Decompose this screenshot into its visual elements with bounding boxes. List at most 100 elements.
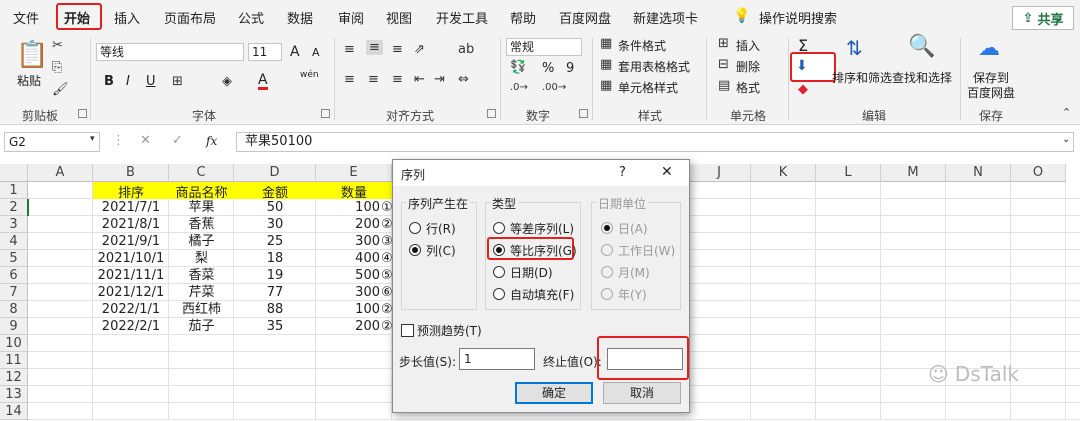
table-cell[interactable]: 30 — [234, 216, 316, 233]
ok-button[interactable]: 确定 — [515, 382, 593, 404]
column-header[interactable]: B — [93, 164, 169, 182]
insert-button[interactable]: 插入 — [736, 37, 760, 54]
currency-icon[interactable]: 💱 — [510, 60, 526, 75]
row-radio[interactable] — [409, 222, 421, 234]
clear-icon[interactable]: ◆ — [798, 82, 808, 97]
row-header[interactable]: 13 — [0, 386, 28, 403]
row-header[interactable]: 8 — [0, 301, 28, 318]
row-label[interactable]: 行(R) — [426, 220, 456, 237]
align-right-icon[interactable]: ≡ — [392, 72, 403, 87]
column-label[interactable]: 列(C) — [426, 242, 456, 259]
table-cell[interactable]: ① — [381, 199, 392, 216]
tab-baidu-netdisk[interactable]: 百度网盘 — [559, 8, 611, 27]
table-cell[interactable]: 橘子 — [169, 233, 234, 250]
row-header[interactable]: 6 — [0, 267, 28, 284]
table-cell[interactable]: 77 — [234, 284, 316, 301]
year-radio[interactable] — [601, 288, 613, 300]
table-cell[interactable]: 25 — [234, 233, 316, 250]
weekday-radio[interactable] — [601, 244, 613, 256]
expand-formula-icon[interactable]: ⌄ — [1062, 134, 1070, 145]
row-header[interactable]: 14 — [0, 403, 28, 420]
name-box[interactable]: G2 — [4, 132, 100, 152]
month-radio[interactable] — [601, 266, 613, 278]
table-cell[interactable]: 2021/9/1 — [93, 233, 169, 250]
baidu-netdisk-icon[interactable]: ☁ — [978, 36, 1000, 61]
column-header[interactable]: M — [881, 164, 946, 182]
column-radio[interactable] — [409, 244, 421, 256]
table-cell[interactable]: 苹果 — [169, 199, 234, 216]
format-painter-icon[interactable]: 🖌 — [52, 82, 69, 97]
table-cell[interactable]: 200 — [316, 318, 380, 335]
table-cell[interactable]: 香菜 — [169, 267, 234, 284]
column-header[interactable]: N — [946, 164, 1011, 182]
column-header[interactable]: K — [751, 164, 816, 182]
linear-label[interactable]: 等差序列(L) — [510, 220, 574, 237]
align-center-icon[interactable]: ≡ — [368, 72, 379, 87]
table-cell[interactable]: 400 — [316, 250, 380, 267]
step-input[interactable]: 1 — [459, 348, 535, 370]
find-select-button[interactable]: 查找和选择 — [892, 69, 952, 86]
tab-insert[interactable]: 插入 — [114, 8, 140, 27]
font-size-dropdown[interactable]: 11 — [248, 43, 282, 61]
comma-button[interactable]: 9 — [566, 61, 574, 76]
table-cell[interactable]: ⑥ — [381, 284, 392, 301]
table-cell[interactable]: 35 — [234, 318, 316, 335]
row-header[interactable]: 12 — [0, 369, 28, 386]
enter-icon[interactable]: ✓ — [172, 133, 183, 148]
row-header[interactable]: 5 — [0, 250, 28, 267]
fill-color-icon[interactable]: ◈ — [222, 74, 232, 89]
column-header[interactable]: C — [169, 164, 234, 182]
tab-view[interactable]: 视图 — [386, 8, 412, 27]
format-as-table-button[interactable]: 套用表格格式 — [618, 58, 690, 75]
table-cell[interactable]: ② — [381, 318, 392, 335]
tab-developer[interactable]: 开发工具 — [436, 8, 488, 27]
conditional-format-button[interactable]: 条件格式 — [618, 37, 666, 54]
paste-icon[interactable]: 📋 — [16, 40, 48, 70]
growth-label[interactable]: 等比序列(G) — [510, 242, 577, 259]
align-bottom-icon[interactable]: ≡ — [392, 42, 403, 57]
alignment-launcher-icon[interactable] — [487, 109, 496, 118]
cancel-button[interactable]: 取消 — [603, 382, 681, 404]
table-cell[interactable]: 2022/2/1 — [93, 318, 169, 335]
increase-decimal-icon[interactable]: .0→ — [510, 82, 528, 93]
table-cell[interactable]: ③ — [381, 233, 392, 250]
decrease-decimal-icon[interactable]: .00→ — [542, 82, 566, 93]
row-header[interactable]: 1 — [0, 182, 28, 199]
row-header[interactable]: 4 — [0, 233, 28, 250]
table-cell[interactable]: 芹菜 — [169, 284, 234, 301]
autofill-label[interactable]: 自动填充(F) — [510, 286, 574, 303]
sort-filter-icon[interactable]: ⇅ — [846, 36, 863, 60]
row-header[interactable]: 11 — [0, 352, 28, 369]
grow-font-icon[interactable]: A — [290, 44, 300, 60]
table-cell[interactable]: 茄子 — [169, 318, 234, 335]
delete-button[interactable]: 删除 — [736, 58, 760, 75]
column-header[interactable]: L — [816, 164, 881, 182]
collapse-ribbon-icon[interactable]: ⌃ — [1062, 106, 1071, 119]
formula-input[interactable]: 苹果50100 — [236, 132, 1074, 152]
number-launcher-icon[interactable] — [579, 109, 588, 118]
tab-page-layout[interactable]: 页面布局 — [164, 8, 216, 27]
bold-button[interactable]: B — [104, 74, 114, 89]
table-cell[interactable]: 500 — [316, 267, 380, 284]
find-select-icon[interactable]: 🔍 — [908, 34, 935, 59]
paste-button[interactable]: 粘贴 — [17, 72, 41, 89]
column-header[interactable]: J — [688, 164, 751, 182]
help-button[interactable]: ? — [619, 165, 626, 180]
column-header[interactable]: E — [316, 164, 392, 182]
align-middle-icon[interactable]: ≡ — [366, 40, 383, 55]
close-icon[interactable]: ✕ — [661, 164, 673, 180]
trend-checkbox[interactable] — [401, 324, 414, 337]
align-top-icon[interactable]: ≡ — [344, 42, 355, 57]
underline-button[interactable]: U — [146, 74, 156, 89]
tab-help[interactable]: 帮助 — [510, 8, 536, 27]
day-radio[interactable] — [601, 222, 613, 234]
autofill-radio[interactable] — [493, 288, 505, 300]
table-cell[interactable]: 300 — [316, 284, 380, 301]
fill-down-icon[interactable]: ⬇ — [796, 58, 808, 74]
increase-indent-icon[interactable]: ⇥ — [434, 72, 445, 87]
table-cell[interactable]: 18 — [234, 250, 316, 267]
row-header[interactable]: 3 — [0, 216, 28, 233]
table-cell[interactable]: 2021/12/1 — [93, 284, 169, 301]
weekday-label[interactable]: 工作日(W) — [618, 242, 675, 259]
insert-function-button[interactable]: fx — [206, 134, 217, 148]
